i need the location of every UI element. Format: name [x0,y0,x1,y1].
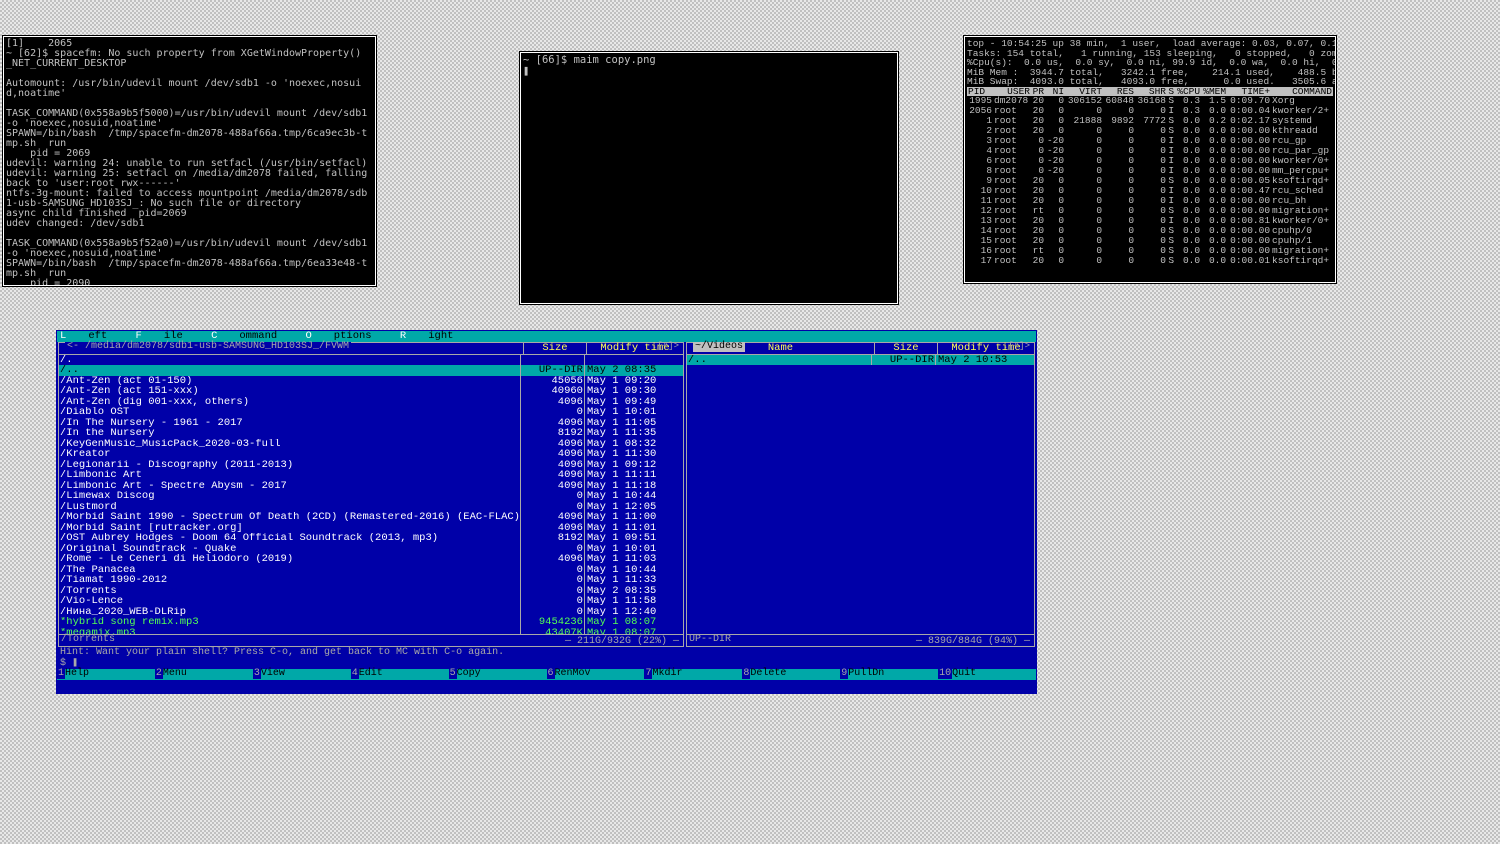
mc-hint: Hint: Want your plain shell? Press C-o, … [57,647,1036,659]
fkey-edit[interactable]: 4Edit [351,669,449,680]
file-row[interactable]: /Rome - Le Ceneri di Heliodoro (2019)409… [59,554,683,565]
file-row[interactable]: /Limbonic Art4096May 1 11:11 [59,470,683,481]
file-row[interactable]: /OST Aubrey Hodges - Doom 64 Official So… [59,533,683,544]
midnight-commander-window[interactable]: Left File Command Options Right <- /medi… [56,330,1037,694]
file-row[interactable]: *hybrid song remix.mp39454236May 1 08:07 [59,617,683,628]
mc-left-status: /Torrents — 211G/932G (22%) — [59,634,683,646]
process-row[interactable]: 17root200000S0.00.00:00.01ksoftirqd+ [967,256,1333,266]
mc-panel-controls[interactable]: .[^]> [1003,342,1030,351]
fkey-delete[interactable]: 8Delete [742,669,840,680]
file-row[interactable]: /Vio-Lence0May 1 11:58 [59,596,683,607]
mc-right-file-list[interactable]: /..UP--DIRMay 2 10:53 [687,355,1034,635]
mc-left-panel[interactable]: <- /media/dm2078/sdb1-usb-SAMSUNG_HD103S… [58,342,684,647]
mc-right-panel[interactable]: ~/Videos .[^]> Name Size Modify time /..… [686,342,1035,647]
fkey-help[interactable]: 1Help [57,669,155,680]
top-process-table: PIDUSERPRNIVIRTRESSHRS%CPU%MEMTIME+COMMA… [967,87,1333,266]
mc-left-path: <- /media/dm2078/sdb1-usb-SAMSUNG_HD103S… [65,342,351,352]
terminal-top[interactable]: top - 10:54:25 up 38 min, 1 user, load a… [964,36,1336,283]
mc-function-keys[interactable]: 1Help2Menu3View4Edit5Copy6RenMov7Mkdir8D… [57,669,1036,680]
fkey-menu[interactable]: 2Menu [155,669,253,680]
file-row[interactable]: /Limewax Discog0May 1 10:44 [59,491,683,502]
file-row[interactable]: /..UP--DIRMay 2 08:35 [59,365,683,376]
terminal-maim[interactable]: ~ [66]$ maim copy.png ❚ [520,52,898,304]
terminal-output: [1] 2065 ~ [62]$ spacefm: No such proper… [6,39,373,286]
fkey-view[interactable]: 3View [253,669,351,680]
fkey-pulldn[interactable]: 9PullDn [840,669,938,680]
top-header: top - 10:54:25 up 38 min, 1 user, load a… [967,39,1333,87]
mc-right-status: UP--DIR — 839G/884G (94%) — [687,634,1034,646]
mc-left-file-list[interactable]: /./..UP--DIRMay 2 08:35/Ant-Zen (act 01-… [59,355,683,635]
mc-scroll-indicator: [^] [1017,670,1033,679]
col-size[interactable]: Size [874,343,937,354]
mc-right-path[interactable]: ~/Videos [693,342,745,352]
fkey-copy[interactable]: 5Copy [449,669,547,680]
file-row[interactable]: /Kreator4096May 1 11:30 [59,449,683,460]
terminal-output: ~ [66]$ maim copy.png ❚ [523,55,895,76]
fkey-renmov[interactable]: 6RenMov [547,669,645,680]
menu-right[interactable]: Right [400,330,454,342]
file-row[interactable]: /Ant-Zen (act 151-xxx)40960May 1 09:30 [59,386,683,397]
mc-panel-controls[interactable]: .[^]> [652,342,679,351]
file-row[interactable]: /Tiamat 1990-20120May 1 11:33 [59,575,683,586]
file-row[interactable]: /Diablo OST0May 1 10:01 [59,407,683,418]
file-row[interactable]: /..UP--DIRMay 2 10:53 [687,355,1034,366]
fkey-mkdir[interactable]: 7Mkdir [644,669,742,680]
terminal-spacefm[interactable]: [1] 2065 ~ [62]$ spacefm: No such proper… [3,36,376,286]
file-row[interactable]: /Morbid Saint 1990 - Spectrum Of Death (… [59,512,683,523]
file-row[interactable]: /In the Nursery8192May 1 11:35 [59,428,683,439]
col-size[interactable]: Size [523,343,586,354]
